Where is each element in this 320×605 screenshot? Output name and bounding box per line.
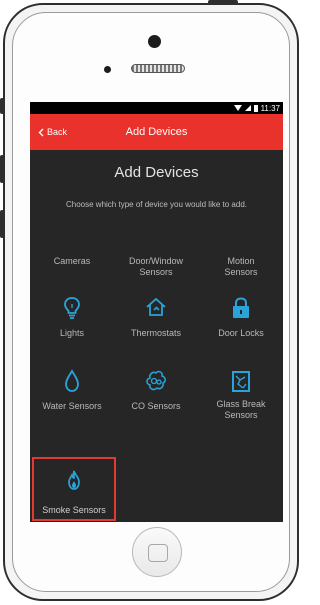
wifi-icon bbox=[233, 105, 242, 111]
volume-down-button bbox=[0, 210, 4, 238]
device-glass-break-sensors[interactable]: Glass Break Sensors bbox=[199, 369, 283, 421]
device-label: Door/Window Sensors bbox=[128, 256, 184, 277]
device-label: Door Locks bbox=[218, 328, 264, 338]
device-label: Lights bbox=[59, 328, 85, 338]
device-label: Cameras bbox=[53, 256, 91, 266]
signal-icon bbox=[244, 105, 251, 111]
battery-icon bbox=[253, 104, 258, 112]
chevron-left-icon bbox=[38, 128, 44, 136]
device-label: Water Sensors bbox=[42, 401, 102, 411]
device-cameras[interactable]: Cameras bbox=[30, 256, 114, 267]
silent-switch bbox=[0, 98, 4, 114]
phone-screen: 11:37 Back Add Devices Add Devices Choos… bbox=[30, 102, 283, 522]
water-drop-icon bbox=[65, 369, 79, 392]
app-bar: Back Add Devices bbox=[30, 114, 283, 150]
co-gas-icon bbox=[146, 370, 166, 391]
device-lights[interactable]: Lights bbox=[30, 296, 114, 339]
back-label: Back bbox=[47, 127, 68, 137]
device-label: Motion Sensors bbox=[224, 256, 258, 277]
device-label: Glass Break Sensors bbox=[216, 399, 266, 420]
device-door-locks[interactable]: Door Locks bbox=[199, 296, 283, 339]
lightbulb-icon bbox=[64, 297, 80, 319]
device-motion-sensors[interactable]: Motion Sensors bbox=[199, 256, 283, 278]
device-label: Smoke Sensors bbox=[42, 505, 106, 515]
status-bar: 11:37 bbox=[30, 102, 283, 114]
device-label: CO Sensors bbox=[131, 401, 181, 411]
volume-up-button bbox=[0, 155, 4, 183]
app-bar-title: Add Devices bbox=[125, 126, 188, 138]
device-water-sensors[interactable]: Water Sensors bbox=[30, 369, 114, 412]
flame-icon bbox=[68, 470, 80, 490]
home-button[interactable] bbox=[132, 527, 182, 577]
device-thermostats[interactable]: Thermostats bbox=[114, 296, 198, 339]
lock-icon bbox=[233, 297, 249, 318]
device-door-window-sensors[interactable]: Door/Window Sensors bbox=[113, 256, 199, 278]
status-time: 11:37 bbox=[260, 103, 280, 113]
proximity-sensor bbox=[104, 66, 111, 73]
page-subtitle: Choose which type of device you would li… bbox=[66, 200, 247, 209]
front-camera bbox=[148, 35, 161, 48]
device-label: Thermostats bbox=[130, 328, 181, 338]
home-thermostat-icon bbox=[146, 297, 166, 316]
back-button[interactable]: Back bbox=[38, 114, 67, 150]
page-title: Add Devices bbox=[114, 164, 199, 181]
power-button bbox=[208, 0, 238, 4]
device-smoke-sensors[interactable]: Smoke Sensors bbox=[32, 469, 116, 516]
earpiece-speaker bbox=[131, 64, 185, 73]
device-co-sensors[interactable]: CO Sensors bbox=[114, 369, 198, 412]
glass-break-icon bbox=[232, 371, 250, 392]
